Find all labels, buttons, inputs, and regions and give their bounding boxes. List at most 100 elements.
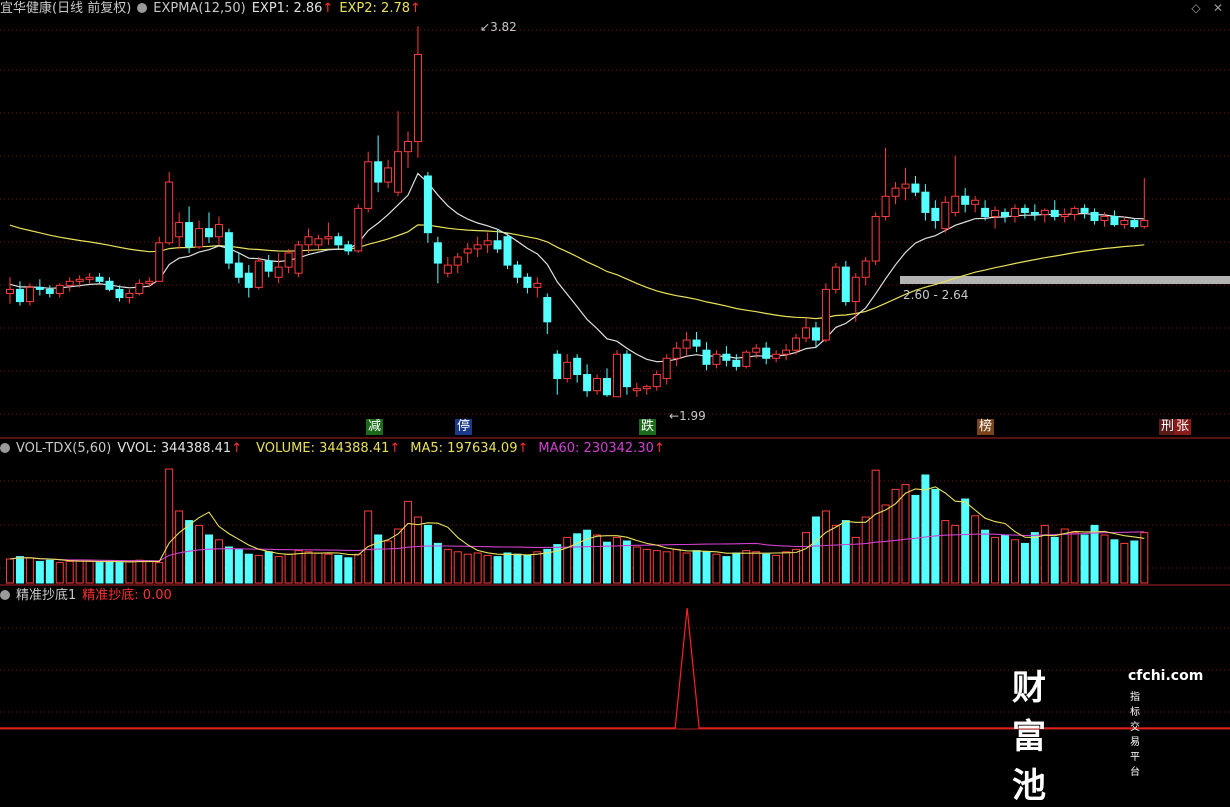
stock-title[interactable]: 宜华健康(日线 前复权)	[0, 1, 131, 16]
candle-body	[702, 349, 711, 365]
candle-body	[205, 228, 213, 238]
exp2-value: EXP2: 2.78	[339, 1, 410, 16]
volume-bar	[951, 524, 960, 584]
volume-bar	[662, 551, 671, 584]
candle-body	[682, 339, 691, 349]
volume-bar	[65, 560, 74, 584]
volume-bar	[214, 539, 223, 584]
exp2-up-arrow: ↑	[410, 1, 421, 16]
volume-bar	[961, 498, 970, 584]
candle-body	[1090, 211, 1099, 222]
event-marker-list[interactable]: 榜	[977, 419, 995, 435]
candle-body	[394, 151, 403, 193]
signal-settings-icon[interactable]	[0, 590, 10, 600]
volume-bar	[115, 562, 124, 584]
volume-bar	[1040, 524, 1049, 584]
event-marker-rise[interactable]: 张	[1174, 419, 1192, 435]
candle-body	[354, 207, 363, 252]
vvol-value: VVOL: 344388.41	[117, 441, 232, 456]
volume-bar	[712, 553, 721, 584]
candle-body	[573, 357, 582, 375]
volume-bar	[573, 533, 582, 584]
candle-body	[851, 276, 860, 303]
event-marker-drop[interactable]: 跌	[639, 419, 657, 435]
candle-body	[632, 388, 641, 392]
event-marker-reduce[interactable]: 减	[366, 419, 384, 435]
watermark-url: cfchi.com	[1128, 668, 1204, 684]
volume-bar	[294, 550, 303, 584]
volume-up-arrow: ↑	[389, 441, 401, 456]
candle-body	[443, 264, 452, 274]
candle-body	[811, 327, 820, 341]
volume-bar	[264, 551, 273, 584]
candle-body	[901, 183, 910, 189]
volume-bar	[802, 532, 810, 584]
candle-body	[871, 215, 880, 262]
exp1-value: EXP1: 2.86	[251, 1, 323, 16]
candle-body	[115, 288, 124, 299]
volume-bar	[304, 551, 313, 584]
stock-chart[interactable]	[0, 0, 1230, 731]
volume-bar	[971, 515, 980, 584]
volume-bar	[782, 551, 791, 584]
exp2-line	[9, 224, 1145, 320]
volume-bar	[1090, 524, 1099, 584]
candle-body	[374, 161, 383, 183]
volume-bar	[324, 553, 333, 584]
candle-body	[831, 266, 840, 290]
volume-settings-icon[interactable]	[0, 443, 10, 453]
volume-bar	[413, 516, 422, 584]
volume-bar	[135, 559, 144, 584]
event-marker-halt[interactable]: 停	[455, 419, 473, 435]
volume-bar	[55, 562, 64, 584]
close-icon[interactable]: ✕	[1210, 0, 1226, 16]
volume-bar	[95, 562, 104, 584]
candle-body	[951, 195, 960, 213]
volume-bar	[234, 548, 243, 584]
candle-body	[593, 378, 602, 392]
signal-indicator-name[interactable]: 精准抄底1	[16, 588, 76, 603]
candle-body	[603, 378, 611, 396]
candle-body	[861, 260, 870, 278]
volume-panel-header: VOL-TDX(5,60) VVOL: 344388.41↑ VOLUME: 344…	[0, 440, 671, 458]
candle-body	[662, 357, 671, 380]
candle-body	[642, 386, 651, 390]
candle-body	[652, 373, 661, 388]
expma-indicator-name[interactable]: EXPMA(12,50)	[153, 1, 245, 16]
volume-bar	[1020, 542, 1029, 584]
candle-body	[254, 260, 263, 288]
candle-body	[65, 280, 74, 286]
candle-body	[523, 276, 532, 288]
low-price-label: ←1.99	[669, 409, 706, 423]
candle-body	[15, 288, 24, 303]
candle-body	[314, 238, 323, 246]
candle-body	[1110, 215, 1119, 226]
volume-bar	[1080, 534, 1089, 584]
volume-indicator-name[interactable]: VOL-TDX(5,60)	[16, 441, 111, 456]
volume-bar	[543, 548, 552, 584]
volume-bar	[175, 510, 184, 584]
candle-body	[453, 256, 462, 266]
candle-body	[145, 280, 154, 284]
volume-bar	[314, 552, 323, 584]
volume-bar	[1001, 534, 1009, 584]
candle-body	[433, 242, 442, 264]
candle-body	[224, 232, 233, 264]
indicator-settings-icon[interactable]	[137, 3, 148, 13]
volume-bar	[861, 516, 870, 584]
volume-bar	[274, 556, 283, 584]
candle-body	[294, 244, 303, 274]
volume-bar	[105, 560, 114, 584]
candle-body	[1010, 207, 1019, 217]
volume-bar	[523, 554, 532, 584]
candle-body	[911, 183, 920, 193]
volume-bar	[1010, 539, 1019, 584]
candle-body	[463, 248, 472, 254]
candle-body	[622, 353, 631, 388]
candle-body	[35, 286, 44, 290]
signal-panel-header: 精准抄底1 精准抄底: 0.00	[0, 587, 178, 605]
candle-body	[553, 353, 562, 380]
volume-bar	[155, 562, 164, 584]
maximize-icon[interactable]: ◇	[1188, 0, 1204, 16]
volume-bar	[145, 560, 154, 584]
